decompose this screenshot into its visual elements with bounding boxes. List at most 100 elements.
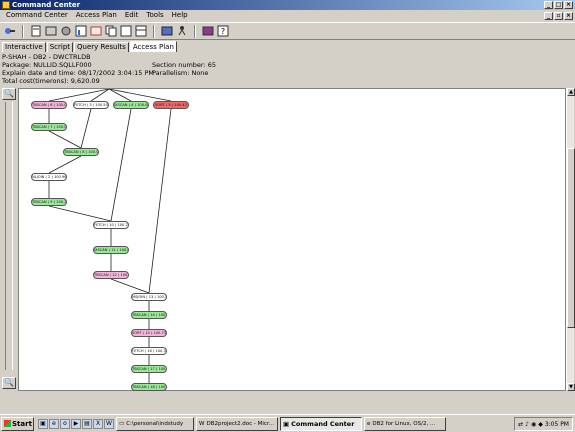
mdi-close-button[interactable]: ×	[564, 12, 573, 20]
plan-node[interactable]: TBSCAN ( 7 ) 100.06	[31, 123, 67, 131]
task-label: C:\personal\indstudy	[126, 420, 184, 427]
windows-flag-icon	[4, 420, 11, 427]
plan-edge	[48, 155, 82, 174]
app-icon	[2, 1, 10, 9]
table-icon[interactable]	[134, 24, 148, 38]
plan-node[interactable]: TBSCAN ( 17 ) 100.07	[131, 365, 167, 373]
replication-icon[interactable]	[160, 24, 174, 38]
section-number: Section number: 65	[152, 61, 216, 69]
parallelism: Parallelism: None	[152, 69, 209, 77]
plan-edge	[110, 108, 132, 222]
zoom-slider-track[interactable]	[5, 102, 13, 370]
task-label: Command Center	[291, 419, 355, 428]
zoom-out-button[interactable]: 🔍	[2, 377, 16, 389]
menu-tools[interactable]: Tools	[142, 10, 167, 21]
plan-edge	[108, 89, 172, 102]
close-button[interactable]: ×	[564, 1, 573, 9]
help-icon[interactable]: ?	[216, 24, 230, 38]
chart-icon[interactable]	[74, 24, 88, 38]
plan-node[interactable]: FETCH ( 3 ) 100.50	[73, 101, 109, 109]
start-label: Start	[12, 419, 32, 428]
antivirus-icon[interactable]: ◉	[531, 421, 536, 428]
plan-node[interactable]: TBSCAN ( 14 ) 100.10	[131, 311, 167, 319]
start-button[interactable]: Start	[1, 416, 34, 431]
plan-edge	[48, 130, 82, 149]
ie-icon[interactable]: e	[49, 418, 59, 429]
plan-node[interactable]: TBSCAN ( 12 ) 100.16	[93, 271, 129, 279]
task-command-center[interactable]: ▣ Command Center	[280, 416, 362, 431]
task-explorer[interactable]: ▭ C:\personal\indstudy	[116, 416, 194, 431]
object-icon[interactable]	[44, 24, 58, 38]
db-icon[interactable]	[175, 24, 189, 38]
script-icon[interactable]	[29, 24, 43, 38]
folder-icon: ▭	[119, 420, 125, 427]
mdi-restore-button[interactable]: ▫	[554, 12, 563, 20]
system-tray: ⇄ ♪ ◉ ◆ 3:05 PM	[514, 417, 573, 431]
list-icon[interactable]	[59, 24, 73, 38]
browser-icon: e	[367, 420, 371, 427]
vertical-scrollbar[interactable]: ▲ ▼	[566, 88, 575, 391]
maximize-button[interactable]: □	[554, 1, 563, 9]
doc-icon[interactable]	[89, 24, 103, 38]
plan-node[interactable]: TBSCAN ( 18 ) 100.07	[131, 383, 167, 391]
task-word-doc[interactable]: W DB2project2.doc - Micr...	[196, 416, 278, 431]
task-label: DB2project2.doc - Micr...	[206, 420, 274, 427]
quick-launch: ▣ e o ▶ ▤ X W	[38, 418, 114, 429]
zoom-in-button[interactable]: 🔍	[2, 88, 16, 100]
clock: 3:05 PM	[544, 420, 569, 428]
scroll-down-button[interactable]: ▼	[567, 383, 575, 391]
app-icon: ▣	[283, 419, 290, 428]
tab-strip: Interactive Script Query Results Access …	[2, 41, 178, 52]
minimize-button[interactable]: _	[544, 1, 553, 9]
toolbar-separator	[194, 24, 196, 38]
menubar: Command Center Access Plan Edit Tools He…	[0, 10, 575, 21]
plan-node[interactable]: IXSCAN ( 11 ) 100.08	[93, 246, 129, 254]
plan-node[interactable]: TBSCAN ( 9 ) 100.27	[31, 198, 67, 206]
tab-script[interactable]: Script	[46, 42, 74, 52]
plan-node[interactable]: SORT ( 5 ) 100.42	[153, 101, 189, 109]
access-plan-canvas[interactable]: TBSCAN ( 6 ) 100.07 FETCH ( 3 ) 100.50 IXS…	[18, 88, 566, 391]
tab-query-results[interactable]: Query Results	[74, 42, 129, 52]
tab-access-plan[interactable]: Access Plan	[129, 41, 177, 52]
mdi-minimize-button[interactable]: _	[544, 12, 553, 20]
plan-node[interactable]: FETCH ( 16 ) 100.30	[131, 347, 167, 355]
word-icon[interactable]: W	[104, 418, 114, 429]
package-label: Package: NULLID.SQLLF000	[2, 61, 92, 69]
volume-icon[interactable]: ♪	[525, 421, 529, 428]
plan-node[interactable]: FETCH ( 10 ) 100.25	[93, 221, 129, 229]
tab-interactive[interactable]: Interactive	[2, 42, 46, 52]
plan-node[interactable]: TBSCAN ( 8 ) 100.09	[63, 148, 99, 156]
scroll-up-button[interactable]: ▲	[567, 88, 575, 96]
tools-icon[interactable]	[201, 24, 215, 38]
plan-edge	[80, 108, 92, 149]
menu-command-center[interactable]: Command Center	[2, 10, 72, 21]
window-titlebar: Command Center _ □ ×	[0, 0, 575, 10]
outlook-icon[interactable]: o	[60, 418, 70, 429]
scroll-thumb[interactable]	[567, 148, 575, 328]
toolbar: ?	[0, 22, 575, 40]
window-title: Command Center	[12, 1, 81, 9]
explain-datetime: Explain date and time: 08/17/2002 3:04:1…	[2, 69, 155, 77]
plan-node[interactable]: TBSCAN ( 6 ) 100.07	[31, 101, 67, 109]
plan-edge	[48, 205, 112, 222]
copy-icon[interactable]	[104, 24, 118, 38]
toolbar-separator	[22, 24, 24, 38]
network-icon[interactable]: ⇄	[518, 421, 523, 428]
connect-icon[interactable]	[3, 24, 17, 38]
desktop-icon[interactable]: ▣	[38, 418, 48, 429]
plan-node[interactable]: MSJOIN ( 13 ) 100.50	[131, 293, 167, 301]
task-db2-browser[interactable]: e DB2 for Linux, OS/2, ...	[364, 416, 446, 431]
excel-icon[interactable]: X	[93, 418, 103, 429]
folder-icon[interactable]: ▤	[82, 418, 92, 429]
plan-edges	[48, 89, 172, 383]
grid-icon[interactable]	[119, 24, 133, 38]
db-path: P-SHAH - DB2 - DWCTRLDB	[2, 53, 91, 61]
menu-access-plan[interactable]: Access Plan	[72, 10, 121, 21]
menu-edit[interactable]: Edit	[121, 10, 143, 21]
menu-help[interactable]: Help	[168, 10, 192, 21]
plan-node[interactable]: IXSCAN ( 4 ) 100.08	[113, 101, 149, 109]
media-icon[interactable]: ▶	[71, 418, 81, 429]
plan-node[interactable]: SORT ( 15 ) 100.73	[131, 329, 167, 337]
db2-tray-icon[interactable]: ◆	[538, 421, 543, 428]
plan-node[interactable]: NLJOIN ( 2 ) 100.96	[31, 173, 67, 181]
